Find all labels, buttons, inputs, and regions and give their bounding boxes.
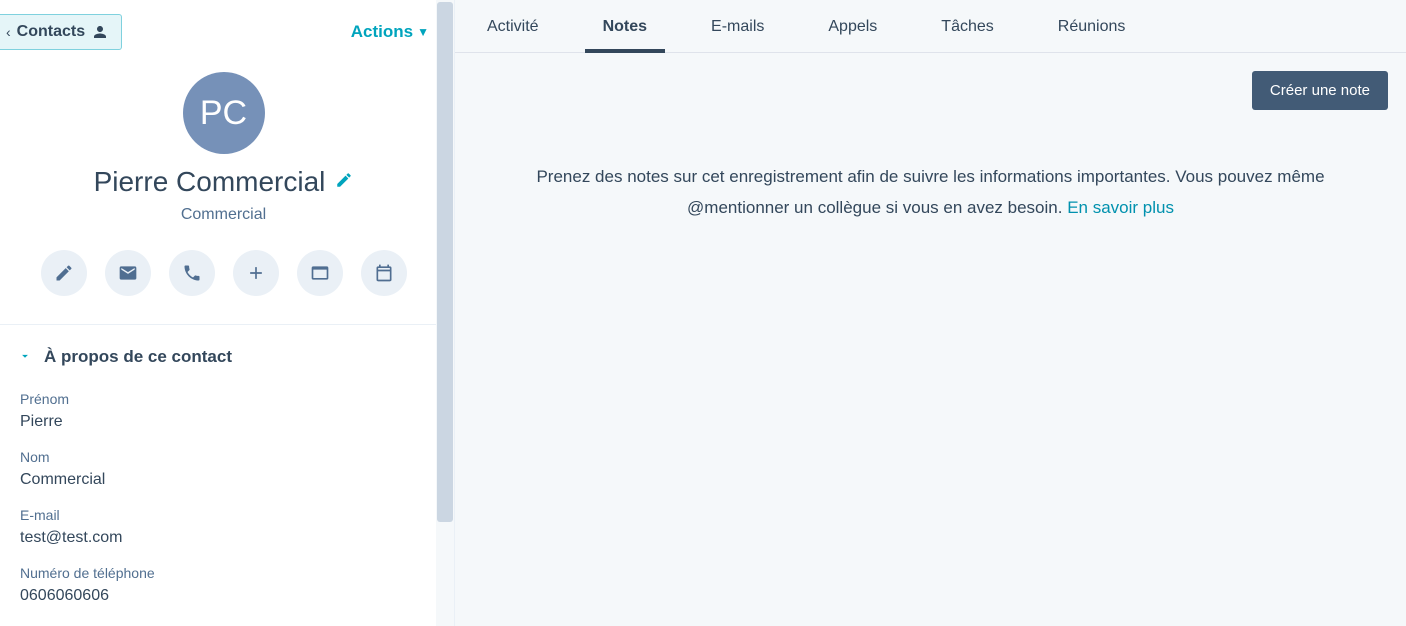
schedule-action-button[interactable] <box>361 250 407 296</box>
contact-role: Commercial <box>0 206 447 224</box>
call-action-button[interactable] <box>169 250 215 296</box>
field-value: test@test.com <box>20 529 427 547</box>
edit-name-icon[interactable] <box>335 171 353 194</box>
add-action-button[interactable] <box>233 250 279 296</box>
learn-more-link[interactable]: En savoir plus <box>1067 198 1174 217</box>
tab-tasks[interactable]: Tâches <box>941 18 993 52</box>
field-value: 0606060606 <box>20 587 427 605</box>
contact-sidebar: ‹ Contacts Actions ▼ PC Pierre Commercia… <box>0 0 455 626</box>
field-label: Nom <box>20 449 427 465</box>
window-icon <box>310 263 330 283</box>
empty-state-text: Prenez des notes sur cet enregistrement … <box>536 167 1324 217</box>
note-action-button[interactable] <box>41 250 87 296</box>
field-label: E-mail <box>20 507 427 523</box>
actions-dropdown[interactable]: Actions ▼ <box>351 22 429 42</box>
log-action-button[interactable] <box>297 250 343 296</box>
tab-activity[interactable]: Activité <box>487 18 539 52</box>
chevron-down-icon <box>18 349 32 366</box>
field-email[interactable]: E-mail test@test.com <box>20 507 427 547</box>
create-note-button[interactable]: Créer une note <box>1252 71 1388 110</box>
scrollbar-thumb[interactable] <box>437 2 453 522</box>
pencil-square-icon <box>54 263 74 283</box>
field-label: Prénom <box>20 391 427 407</box>
field-label: Numéro de téléphone <box>20 565 427 581</box>
caret-down-icon: ▼ <box>417 25 429 39</box>
email-action-button[interactable] <box>105 250 151 296</box>
back-to-contacts-button[interactable]: ‹ Contacts <box>0 14 122 50</box>
envelope-icon <box>118 263 138 283</box>
tab-calls[interactable]: Appels <box>828 18 877 52</box>
back-label: Contacts <box>17 23 85 41</box>
notes-empty-state: Prenez des notes sur cet enregistrement … <box>455 110 1406 223</box>
actions-label: Actions <box>351 22 413 42</box>
field-first-name[interactable]: Prénom Pierre <box>20 391 427 431</box>
calendar-icon <box>374 263 394 283</box>
field-phone[interactable]: Numéro de téléphone 0606060606 <box>20 565 427 605</box>
field-value: Pierre <box>20 413 427 431</box>
main-panel: Activité Notes E-mails Appels Tâches Réu… <box>455 0 1406 626</box>
field-value: Commercial <box>20 471 427 489</box>
tab-emails[interactable]: E-mails <box>711 18 764 52</box>
phone-icon <box>182 263 202 283</box>
about-section-toggle[interactable]: À propos de ce contact <box>18 347 429 367</box>
scrollbar-track[interactable] <box>436 0 454 626</box>
contact-name: Pierre Commercial <box>94 166 326 198</box>
avatar-initials: PC <box>200 94 247 133</box>
contact-avatar: PC <box>183 72 265 154</box>
person-icon <box>91 23 109 41</box>
tab-meetings[interactable]: Réunions <box>1058 18 1126 52</box>
plus-icon <box>246 263 266 283</box>
about-section-title: À propos de ce contact <box>44 347 232 367</box>
field-last-name[interactable]: Nom Commercial <box>20 449 427 489</box>
tab-notes[interactable]: Notes <box>603 18 647 52</box>
chevron-left-icon: ‹ <box>6 24 11 40</box>
